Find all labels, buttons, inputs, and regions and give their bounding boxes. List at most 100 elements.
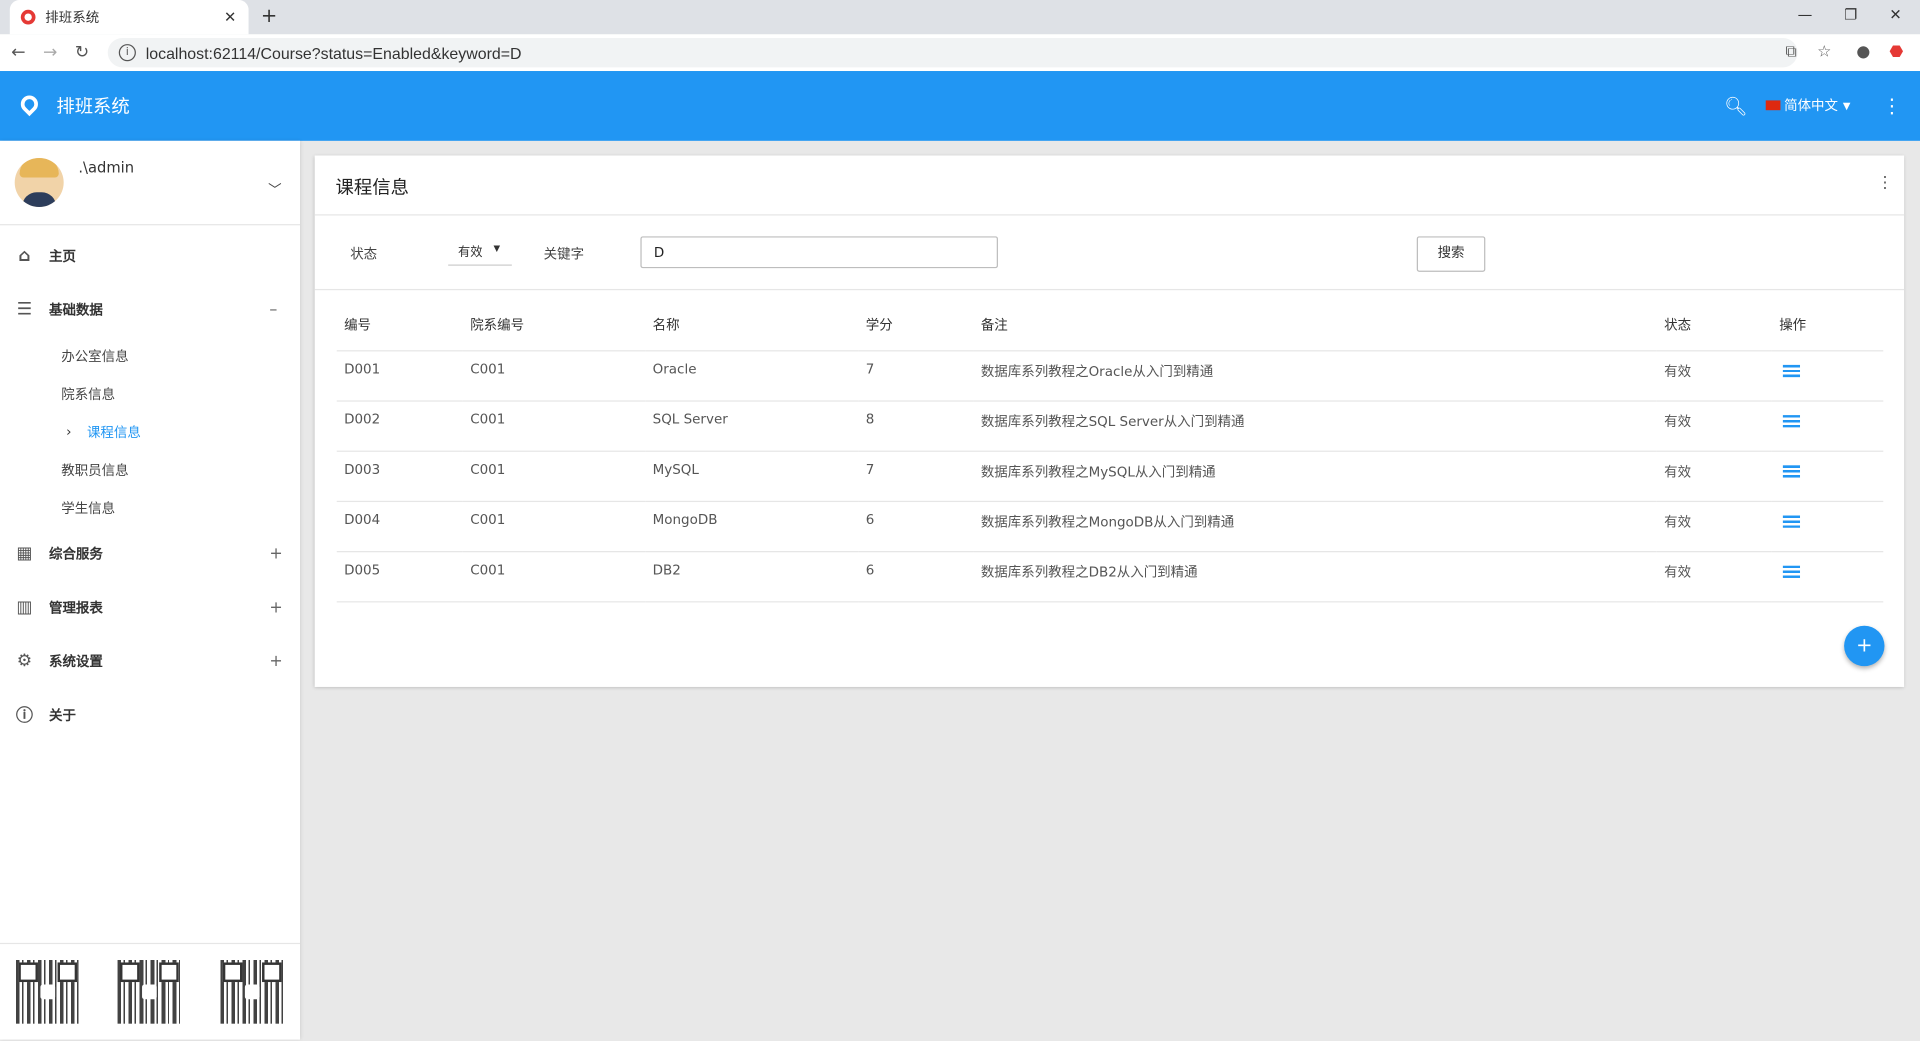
table-row[interactable]: D001 C001 Oracle 7 数据库系列教程之Oracle从入门到精通 … (336, 350, 1884, 402)
sidebar-subitem-office[interactable]: 办公室信息 (0, 337, 300, 375)
chevron-right-icon: › (66, 423, 72, 440)
translate-icon[interactable]: ⧉ (1785, 43, 1796, 61)
row-menu-icon[interactable] (1782, 415, 1801, 428)
row-menu-icon[interactable] (1782, 565, 1801, 578)
sidebar-item-about[interactable]: ⓘ 关于 (0, 688, 300, 742)
sidebar-subitem-student[interactable]: 学生信息 (0, 489, 300, 527)
building-icon: ▦ (16, 543, 33, 564)
cell-status: 有效 (1656, 350, 1772, 402)
sidebar-item-reports[interactable]: ▥ 管理报表 + (0, 580, 300, 634)
wechat-qr-code (117, 960, 182, 1024)
app-logo-icon (17, 91, 42, 117)
tab-close-icon[interactable]: ✕ (224, 9, 236, 26)
sidebar-item-label: 基础数据 (48, 302, 103, 319)
sidebar-subitem-label: 课程信息 (86, 424, 141, 441)
table-header-row: 编号 院系编号 名称 学分 备注 状态 操作 (337, 315, 1884, 351)
row-menu-icon[interactable] (1782, 364, 1801, 378)
sidebar-item-label: 管理报表 (48, 600, 103, 616)
cell-remark: 数据库系列教程之Oracle从入门到精通 (973, 350, 1657, 402)
col-header-status[interactable]: 状态 (1657, 315, 1772, 351)
sidebar-item-label: 综合服务 (48, 546, 103, 563)
table-row[interactable]: D005 C001 DB2 6 数据库系列教程之DB2从入门到精通 有效 (336, 551, 1884, 603)
sidebar-item-services[interactable]: ▦ 综合服务 + (0, 527, 300, 581)
col-header-credit[interactable]: 学分 (858, 315, 973, 351)
window-close-icon[interactable]: ✕ (1889, 6, 1901, 23)
more-vert-icon[interactable]: ⋮ (1882, 94, 1902, 117)
back-icon[interactable]: ← (5, 43, 32, 63)
cell-id: D004 (336, 500, 463, 552)
cell-status: 有效 (1656, 551, 1772, 603)
tab-title: 排班系统 (45, 9, 100, 26)
keyword-filter-label: 关键字 (543, 246, 585, 263)
restore-icon[interactable]: ❐ (1844, 6, 1857, 23)
new-tab-icon[interactable]: + (261, 4, 277, 27)
cell-dept-id: C001 (462, 350, 646, 402)
forward-icon[interactable]: → (37, 43, 64, 63)
sidebar-item-label: 主页 (48, 248, 76, 265)
expand-icon[interactable]: + (269, 652, 282, 670)
col-header-actions: 操作 (1779, 317, 1807, 334)
cell-remark: 数据库系列教程之MongoDB从入门到精通 (973, 500, 1657, 552)
address-row: ← → ↻ i localhost:62114/Course?status=En… (0, 34, 1920, 73)
cell-credit: 7 (858, 350, 974, 402)
collapse-icon[interactable]: – (269, 301, 277, 319)
page-title: 课程信息 (335, 176, 410, 199)
cell-dept-id: C001 (462, 551, 646, 603)
cell-status: 有效 (1656, 450, 1772, 502)
address-bar[interactable]: i localhost:62114/Course?status=Enabled&… (107, 37, 1798, 68)
tab-favicon-icon (20, 9, 36, 25)
cell-id: D003 (336, 450, 463, 502)
table-row[interactable]: D003 C001 MySQL 7 数据库系列教程之MySQL从入门到精通 有效 (336, 450, 1884, 502)
chevron-down-icon[interactable]: ﹀ (268, 180, 281, 200)
sidebar-item-home[interactable]: ⌂ 主页 (0, 229, 300, 283)
table-row[interactable]: D004 C001 MongoDB 6 数据库系列教程之MongoDB从入门到精… (336, 500, 1884, 552)
language-selector[interactable]: 简体中文 ▼ (1765, 96, 1850, 116)
expand-icon[interactable]: + (269, 598, 282, 616)
extension-icon[interactable]: ⬣ (1889, 43, 1903, 61)
minimize-icon[interactable]: — (1798, 6, 1813, 23)
cell-dept-id: C001 (462, 450, 646, 502)
col-header-remark[interactable]: 备注 (973, 315, 1656, 351)
cell-name: MongoDB (645, 500, 859, 552)
search-button[interactable]: 搜索 (1416, 236, 1486, 272)
cell-remark: 数据库系列教程之SQL Server从入门到精通 (973, 400, 1657, 452)
url-text[interactable]: localhost:62114/Course?status=Enabled&ke… (146, 43, 522, 61)
cell-id: D001 (336, 350, 463, 402)
col-header-id[interactable]: 编号 (337, 315, 463, 351)
browser-tab-bar: 排班系统 ✕ + — ❐ ✕ (0, 0, 1920, 35)
cell-credit: 6 (858, 551, 974, 603)
status-select[interactable]: 有效 ▼ (448, 238, 512, 266)
gear-icon: ⚙ (16, 651, 33, 672)
app-bar: 排班系统 🔍︎ 简体中文 ▼ ⋮ (0, 71, 1920, 141)
cell-status: 有效 (1656, 400, 1772, 452)
sidebar-subitem-department[interactable]: 院系信息 (0, 375, 300, 413)
expand-icon[interactable]: + (269, 544, 282, 562)
cell-name: DB2 (645, 551, 859, 603)
sidebar-item-basic-data[interactable]: ☰ 基础数据 – (0, 283, 300, 337)
reload-icon[interactable]: ↻ (69, 43, 96, 63)
card-more-icon[interactable]: ⋮ (1877, 174, 1893, 192)
keyword-input[interactable]: D (640, 236, 998, 269)
language-label: 简体中文 (1784, 97, 1838, 114)
cell-actions (1771, 350, 1884, 402)
col-header-dept-id[interactable]: 院系编号 (463, 315, 645, 351)
app-title[interactable]: 排班系统 (56, 93, 129, 119)
col-header-name[interactable]: 名称 (645, 315, 858, 351)
sidebar-subitem-staff[interactable]: 教职员信息 (0, 451, 300, 489)
list-icon: ☰ (16, 300, 33, 320)
browser-tab[interactable]: 排班系统 ✕ (9, 0, 249, 35)
bookmark-star-icon[interactable]: ☆ (1817, 43, 1831, 61)
profile-icon[interactable]: ● (1856, 43, 1870, 61)
cell-credit: 8 (858, 400, 974, 452)
cell-actions (1771, 551, 1884, 603)
sidebar-subitem-course[interactable]: › 课程信息 (0, 413, 300, 451)
add-course-button[interactable]: + (1844, 625, 1885, 667)
row-menu-icon[interactable] (1782, 515, 1801, 528)
table-row[interactable]: D002 C001 SQL Server 8 数据库系列教程之SQL Serve… (336, 400, 1884, 452)
row-menu-icon[interactable] (1782, 465, 1801, 478)
cell-name: Oracle (645, 350, 859, 402)
site-info-icon[interactable]: i (118, 44, 136, 62)
search-icon[interactable]: 🔍︎ (1724, 96, 1747, 118)
sidebar-item-settings[interactable]: ⚙ 系统设置 + (0, 634, 300, 688)
user-panel[interactable]: .\admin ﹀ (0, 141, 301, 226)
